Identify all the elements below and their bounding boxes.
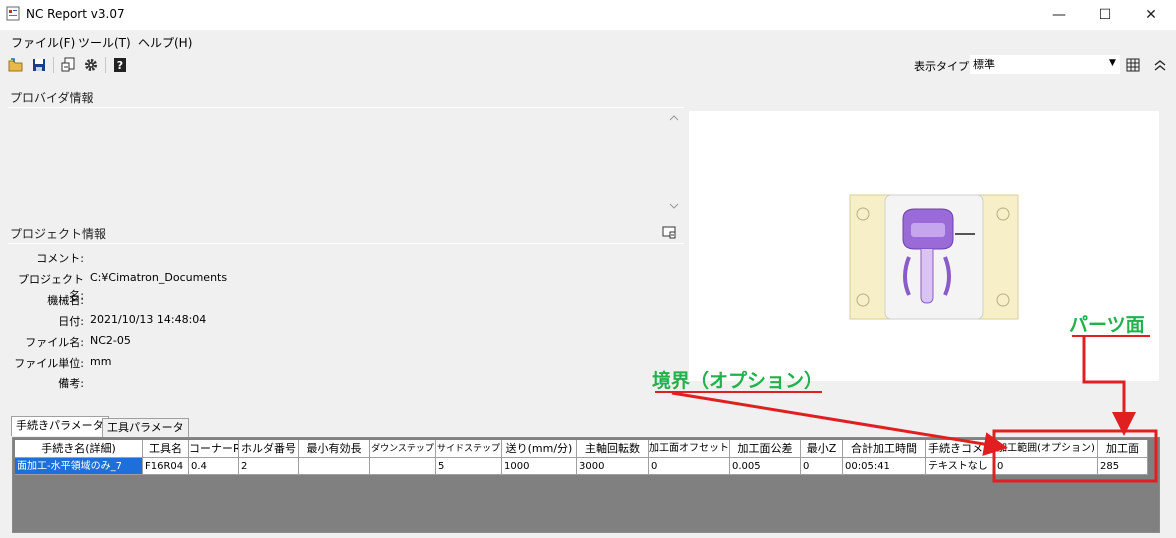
save-icon[interactable] [30, 56, 48, 74]
settings-gear-icon[interactable] [82, 56, 100, 74]
minimize-button[interactable]: — [1036, 0, 1082, 29]
open-folder-icon[interactable] [7, 56, 25, 74]
grid-header[interactable]: 最小有効長 [299, 440, 370, 458]
project-info-header: プロジェクト情報 [10, 227, 107, 241]
file-name-value: NC2-05 [90, 334, 131, 347]
grid-header[interactable]: 主軸回転数 [577, 440, 649, 458]
menu-help[interactable]: ヘルプ(H) [138, 34, 192, 51]
table-cell[interactable]: 285 [1098, 458, 1148, 475]
date-value: 2021/10/13 14:48:04 [90, 313, 207, 326]
grid-header[interactable]: 合計加工時間 [843, 440, 926, 458]
chevron-down-icon[interactable]: ▼ [1109, 58, 1116, 68]
table-cell[interactable]: テキストなし [926, 458, 995, 475]
grid-header[interactable]: 加工範囲(オプション) [995, 440, 1098, 458]
collapse-chevron-icon[interactable] [1151, 56, 1169, 74]
grid-header[interactable]: 最小Z [801, 440, 843, 458]
table-cell[interactable]: 3000 [577, 458, 649, 475]
provider-info-header: プロバイダ情報 [10, 91, 94, 105]
grid-header[interactable]: ホルダ番号 [239, 440, 299, 458]
table-cell[interactable] [299, 458, 370, 475]
provider-scrollbar[interactable] [666, 110, 682, 214]
table-cell[interactable]: 0.4 [189, 458, 239, 475]
close-button[interactable]: ✕ [1128, 0, 1174, 29]
grid-header[interactable]: コーナーR [189, 440, 239, 458]
table-cell[interactable]: 0 [801, 458, 843, 475]
comment-label: コメント: [36, 252, 84, 265]
project-name-value: C:¥Cimatron_Documents [90, 271, 228, 284]
grid-header[interactable]: 送り(mm/分) [502, 440, 577, 458]
remarks-label: 備考: [58, 377, 84, 390]
table-cell[interactable] [370, 458, 436, 475]
table-cell[interactable]: 00:05:41 [843, 458, 926, 475]
display-type-label: 表示タイプ [914, 60, 969, 73]
machine-name-label: 機械名: [47, 294, 84, 307]
table-cell[interactable]: 0 [649, 458, 730, 475]
file-unit-label: ファイル単位: [14, 357, 84, 370]
grid-header[interactable]: 手続きコメント [926, 440, 995, 458]
grid-header[interactable]: 加工面 [1098, 440, 1148, 458]
menu-tools[interactable]: ツール(T) [78, 34, 131, 51]
tab-tool-parameters[interactable]: 工具パラメータ [102, 418, 189, 437]
toolbar-separator [53, 57, 54, 73]
svg-text:?: ? [117, 59, 123, 72]
display-type-select[interactable]: 標準 [970, 55, 1120, 74]
grid-header[interactable]: サイドステップ [436, 440, 502, 458]
tab-procedure-parameters[interactable]: 手続きパラメータ [11, 416, 109, 436]
file-name-label: ファイル名: [25, 336, 84, 349]
grid-header[interactable]: 加工面公差 [730, 440, 801, 458]
export-image-icon[interactable] [662, 226, 676, 242]
menu-file[interactable]: ファイル(F) [11, 34, 75, 51]
divider [8, 243, 684, 244]
file-unit-value: mm [90, 355, 112, 368]
grid-header[interactable]: 手続き名(詳細) [15, 440, 143, 458]
table-cell[interactable]: 0.005 [730, 458, 801, 475]
part-preview-image [689, 111, 1159, 381]
window-title: NC Report v3.07 [26, 7, 125, 21]
toolbar-separator [105, 57, 106, 73]
table-cell[interactable]: 0 [995, 458, 1098, 475]
grid-header[interactable]: 加工面オフセット [649, 440, 730, 458]
part-face-annotation-label: パーツ面 [1069, 314, 1145, 336]
maximize-button[interactable]: ☐ [1082, 0, 1128, 29]
table-cell[interactable]: 5 [436, 458, 502, 475]
provider-info-text[interactable] [8, 108, 684, 214]
app-icon [6, 6, 20, 21]
export-icon[interactable] [59, 56, 77, 74]
table-cell[interactable]: 2 [239, 458, 299, 475]
title-bar [0, 0, 1176, 29]
table-cell[interactable]: 1000 [502, 458, 577, 475]
grid-view-icon[interactable] [1124, 56, 1142, 74]
grid-header[interactable]: ダウンステップ [370, 440, 436, 458]
boundary-annotation-label: 境界（オプション） [652, 370, 824, 392]
table-cell[interactable]: 面加工-水平領域のみ_7 [15, 458, 143, 475]
table-cell[interactable]: F16R04 [143, 458, 189, 475]
grid-header[interactable]: 工具名 [143, 440, 189, 458]
help-icon[interactable]: ? [111, 56, 129, 74]
date-label: 日付: [58, 315, 84, 328]
